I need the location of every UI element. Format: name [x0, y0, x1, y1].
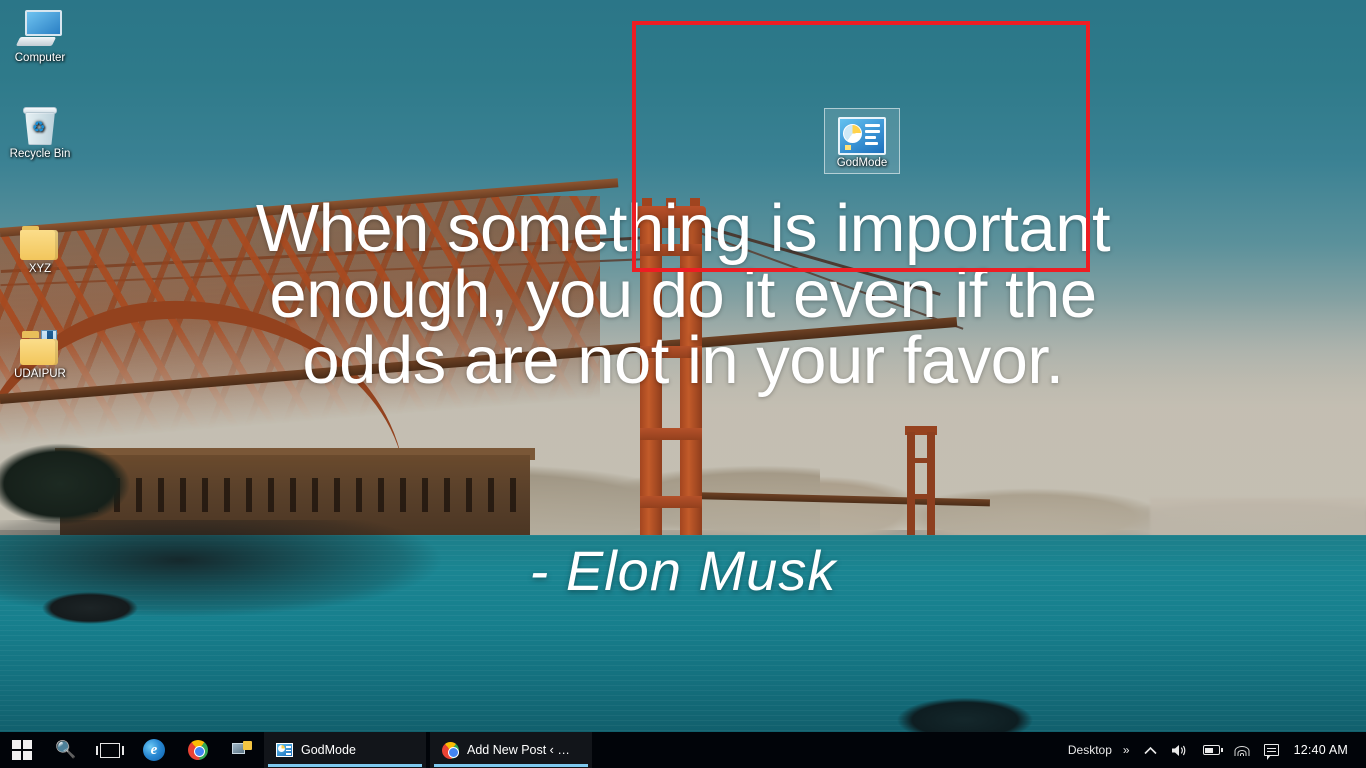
taskbar-window-label: GodMode: [301, 743, 356, 757]
annotation-rectangle: [632, 21, 1090, 272]
battery-icon: [1202, 745, 1223, 755]
tower-brace-3: [640, 428, 702, 440]
taskbar-pinned-chrome[interactable]: [176, 732, 220, 768]
tray-overflow-icon[interactable]: »: [1116, 732, 1137, 768]
volume-button[interactable]: [1164, 732, 1196, 768]
search-button[interactable]: 🔍: [44, 732, 88, 768]
active-window-indicator: [434, 764, 588, 767]
computer-monitor-icon: [2, 4, 78, 50]
far-tower-brace-2: [907, 494, 935, 499]
tower-brace-2: [640, 346, 702, 358]
desktop-icon-label: Computer: [14, 52, 66, 64]
battery-button[interactable]: [1196, 732, 1227, 768]
desktop-icon-label: XYZ: [28, 263, 52, 275]
remote-desktop-icon: [232, 741, 252, 759]
start-button[interactable]: [0, 732, 44, 768]
desktop-icon-label: UDAIPUR: [14, 368, 66, 380]
taskbar: 🔍 e GodMode Add New Post ‹ — W... Deskto…: [0, 732, 1366, 768]
taskbar-window-add-new-post[interactable]: Add New Post ‹ — W...: [430, 732, 592, 768]
wifi-icon: [1234, 744, 1250, 756]
search-icon: 🔍: [55, 740, 77, 759]
desktop-icon-label: Recycle Bin: [9, 148, 71, 160]
taskbar-pinned-edge[interactable]: e: [132, 732, 176, 768]
far-tower-brace-1: [907, 458, 935, 463]
desktop-icon-xyz[interactable]: XYZ: [2, 215, 78, 276]
desktop-icon-computer[interactable]: Computer: [2, 4, 78, 65]
system-tray: Desktop » 12:40 AM: [1060, 732, 1366, 768]
chevron-up-icon: [1144, 746, 1157, 754]
windows-logo-icon: [12, 740, 32, 760]
show-hidden-icons-button[interactable]: [1137, 732, 1164, 768]
action-center-button[interactable]: [1257, 732, 1286, 768]
wallpaper-trees: [0, 420, 170, 530]
tower-brace-4: [640, 496, 702, 508]
taskbar-window-godmode[interactable]: GodMode: [264, 732, 426, 768]
far-tower-leg-right: [927, 432, 935, 540]
speaker-icon: [1171, 744, 1185, 756]
clock-time: 12:40 AM: [1293, 743, 1348, 757]
control-panel-icon: [276, 743, 293, 757]
chrome-icon: [442, 741, 459, 759]
active-window-indicator: [268, 764, 422, 767]
chrome-icon: [188, 740, 208, 760]
desktop-icon-udaipur[interactable]: UDAIPUR: [2, 320, 78, 381]
quote-attribution: - Elon Musk: [529, 539, 837, 602]
taskbar-pinned-remote-desktop[interactable]: [220, 732, 264, 768]
bridge-far-tower: [905, 424, 937, 540]
desktop-icon-recycle-bin[interactable]: ♻ Recycle Bin: [2, 100, 78, 161]
taskbar-window-label: Add New Post ‹ — W...: [467, 743, 580, 757]
task-view-button[interactable]: [88, 732, 132, 768]
edge-icon: e: [143, 739, 165, 761]
far-tower-leg-left: [907, 432, 915, 540]
task-view-icon: [96, 742, 124, 758]
network-button[interactable]: [1227, 732, 1257, 768]
folder-with-file-icon: [2, 320, 78, 366]
tray-desktop-label[interactable]: Desktop: [1060, 743, 1116, 757]
folder-icon: [2, 215, 78, 261]
recycle-bin-icon: ♻: [2, 100, 78, 146]
clock[interactable]: 12:40 AM: [1286, 732, 1360, 768]
notification-icon: [1263, 744, 1279, 760]
